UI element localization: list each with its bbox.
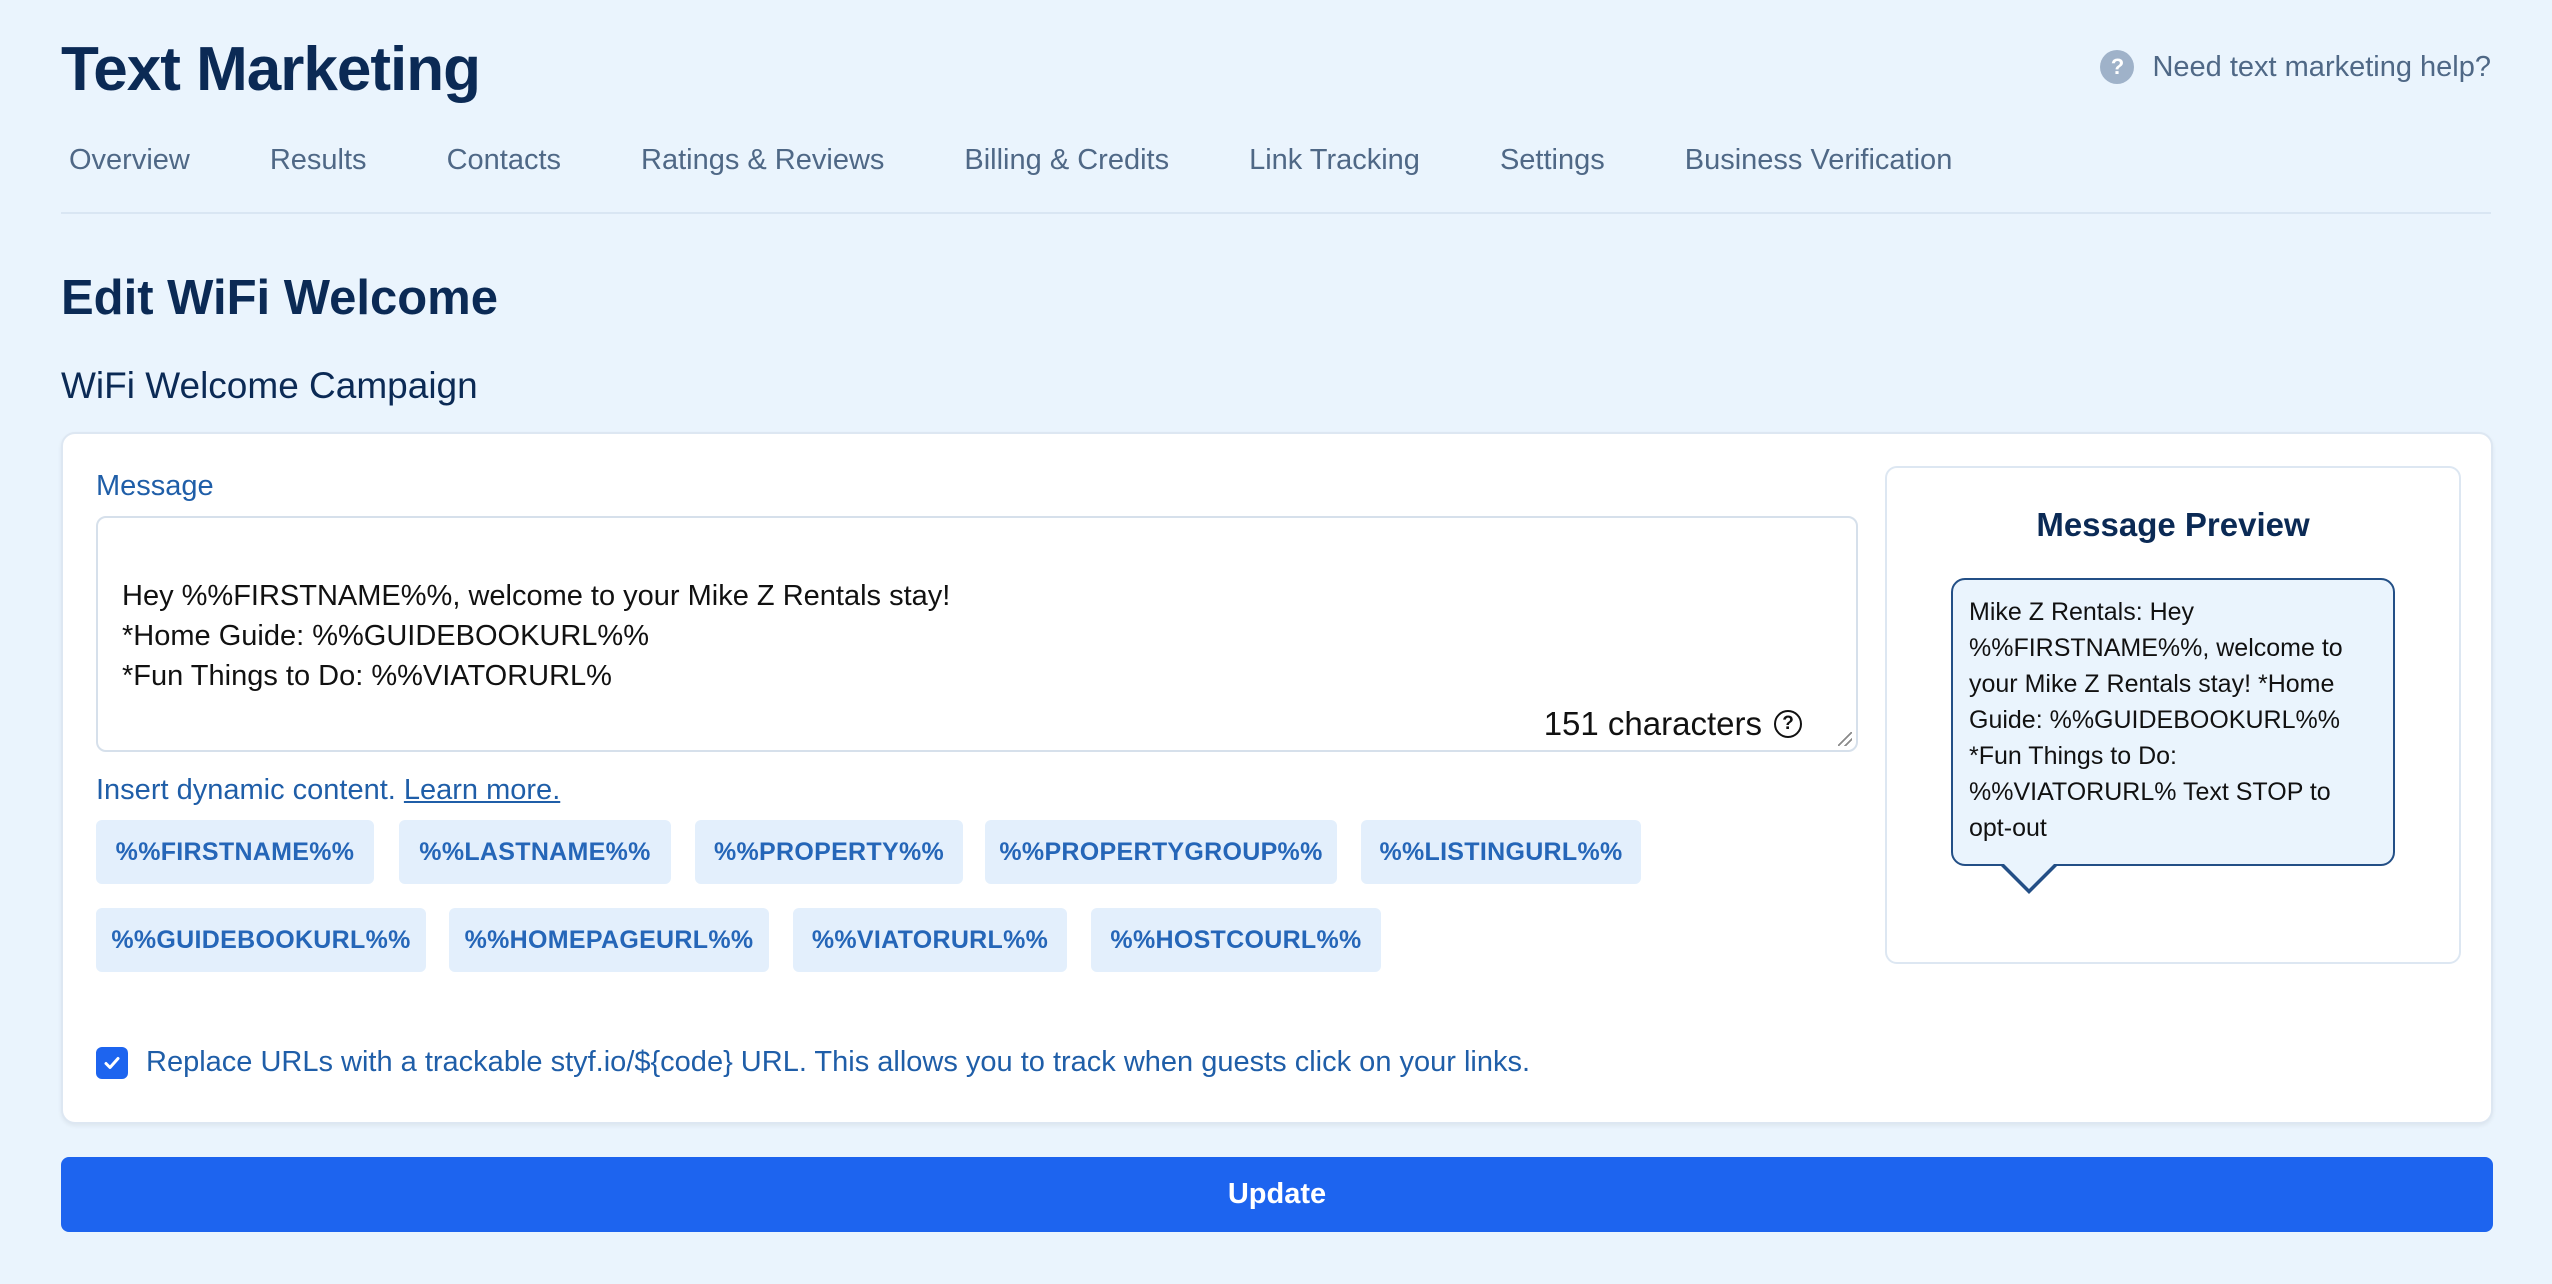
- app-title: Text Marketing: [61, 35, 481, 104]
- preview-title: Message Preview: [2036, 506, 2310, 543]
- help-link[interactable]: ? Need text marketing help?: [2100, 50, 2491, 84]
- chip-firstname[interactable]: %%FIRSTNAME%%: [96, 820, 374, 884]
- chip-propertygroup[interactable]: %%PROPERTYGROUP%%: [985, 820, 1337, 884]
- chip-homepageurl[interactable]: %%HOMEPAGEURL%%: [449, 908, 769, 972]
- help-link-label: Need text marketing help?: [2152, 50, 2491, 83]
- tab-business-verification[interactable]: Business Verification: [1677, 140, 1961, 180]
- preview-bubble: Mike Z Rentals: Hey %%FIRSTNAME%%, welco…: [1951, 578, 2395, 866]
- update-button[interactable]: Update: [61, 1157, 2493, 1232]
- message-textarea[interactable]: Hey %%FIRSTNAME%%, welcome to your Mike …: [96, 516, 1858, 752]
- resize-handle[interactable]: [1838, 732, 1852, 746]
- nav-tabs: Overview Results Contacts Ratings & Revi…: [61, 140, 2491, 214]
- tab-overview[interactable]: Overview: [61, 140, 198, 180]
- checkmark-icon: [104, 1056, 120, 1069]
- tab-contacts[interactable]: Contacts: [439, 140, 569, 180]
- header: Text Marketing ? Need text marketing hel…: [61, 0, 2491, 136]
- page: Text Marketing ? Need text marketing hel…: [0, 0, 2552, 1284]
- bubble-tail-inner: [2002, 862, 2056, 889]
- dynamic-intro-text: Insert dynamic content.: [96, 774, 396, 806]
- url-tracking-checkbox[interactable]: [96, 1046, 128, 1079]
- char-count: 151 characters ?: [1544, 704, 1802, 744]
- dynamic-content-intro: Insert dynamic content. Learn more.: [96, 774, 560, 807]
- chip-lastname[interactable]: %%LASTNAME%%: [399, 820, 671, 884]
- chip-hostcourl[interactable]: %%HOSTCOURL%%: [1091, 908, 1381, 972]
- tab-ratings-reviews[interactable]: Ratings & Reviews: [633, 140, 892, 180]
- url-tracking-option: Replace URLs with a trackable styf.io/${…: [96, 1046, 1530, 1079]
- tab-link-tracking[interactable]: Link Tracking: [1241, 140, 1428, 180]
- tab-billing-credits[interactable]: Billing & Credits: [956, 140, 1177, 180]
- question-circle-icon: ?: [2100, 50, 2135, 84]
- message-preview-panel: Message Preview Mike Z Rentals: Hey %%FI…: [1885, 466, 2461, 964]
- chip-guidebookurl[interactable]: %%GUIDEBOOKURL%%: [96, 908, 426, 972]
- page-title: Edit WiFi Welcome: [61, 271, 498, 325]
- url-tracking-label: Replace URLs with a trackable styf.io/${…: [146, 1046, 1531, 1078]
- chip-listingurl[interactable]: %%LISTINGURL%%: [1361, 820, 1641, 884]
- tab-results[interactable]: Results: [262, 140, 375, 180]
- section-title: WiFi Welcome Campaign: [61, 365, 478, 406]
- learn-more-link[interactable]: Learn more.: [404, 774, 560, 806]
- tab-settings[interactable]: Settings: [1492, 140, 1613, 180]
- message-label: Message: [96, 470, 214, 502]
- char-count-label: 151 characters: [1543, 705, 1762, 742]
- question-circle-icon[interactable]: ?: [1774, 710, 1802, 738]
- message-text: Hey %%FIRSTNAME%%, welcome to your Mike …: [122, 580, 951, 692]
- campaign-card: Message Hey %%FIRSTNAME%%, welcome to yo…: [61, 432, 2493, 1124]
- chip-viatorurl[interactable]: %%VIATORURL%%: [793, 908, 1067, 972]
- chip-property[interactable]: %%PROPERTY%%: [695, 820, 963, 884]
- preview-bubble-text: Mike Z Rentals: Hey %%FIRSTNAME%%, welco…: [1969, 598, 2343, 842]
